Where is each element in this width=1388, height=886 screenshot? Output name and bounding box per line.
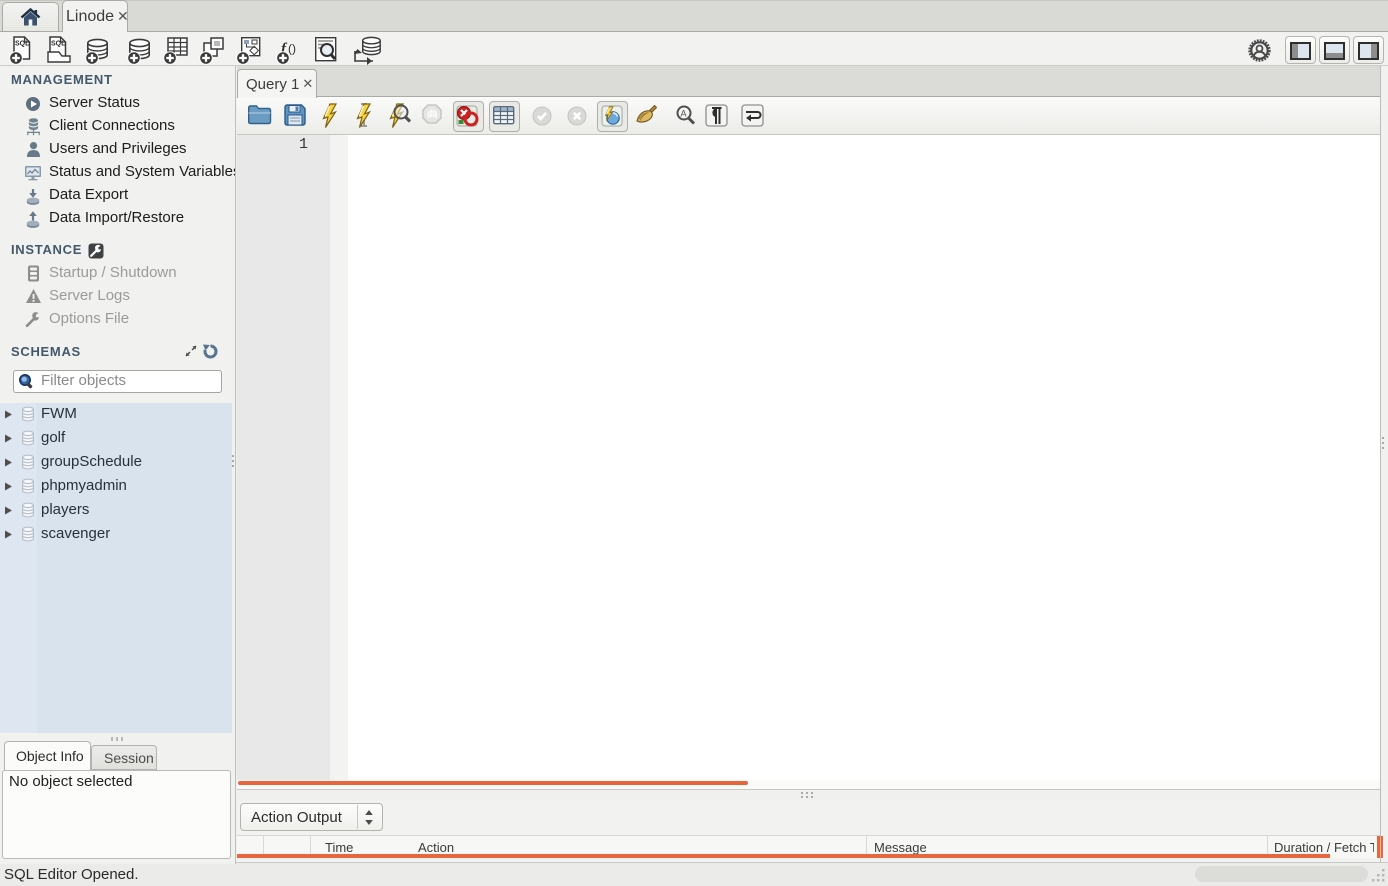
svg-text:(): () <box>288 42 296 56</box>
svg-text:A: A <box>681 109 687 119</box>
